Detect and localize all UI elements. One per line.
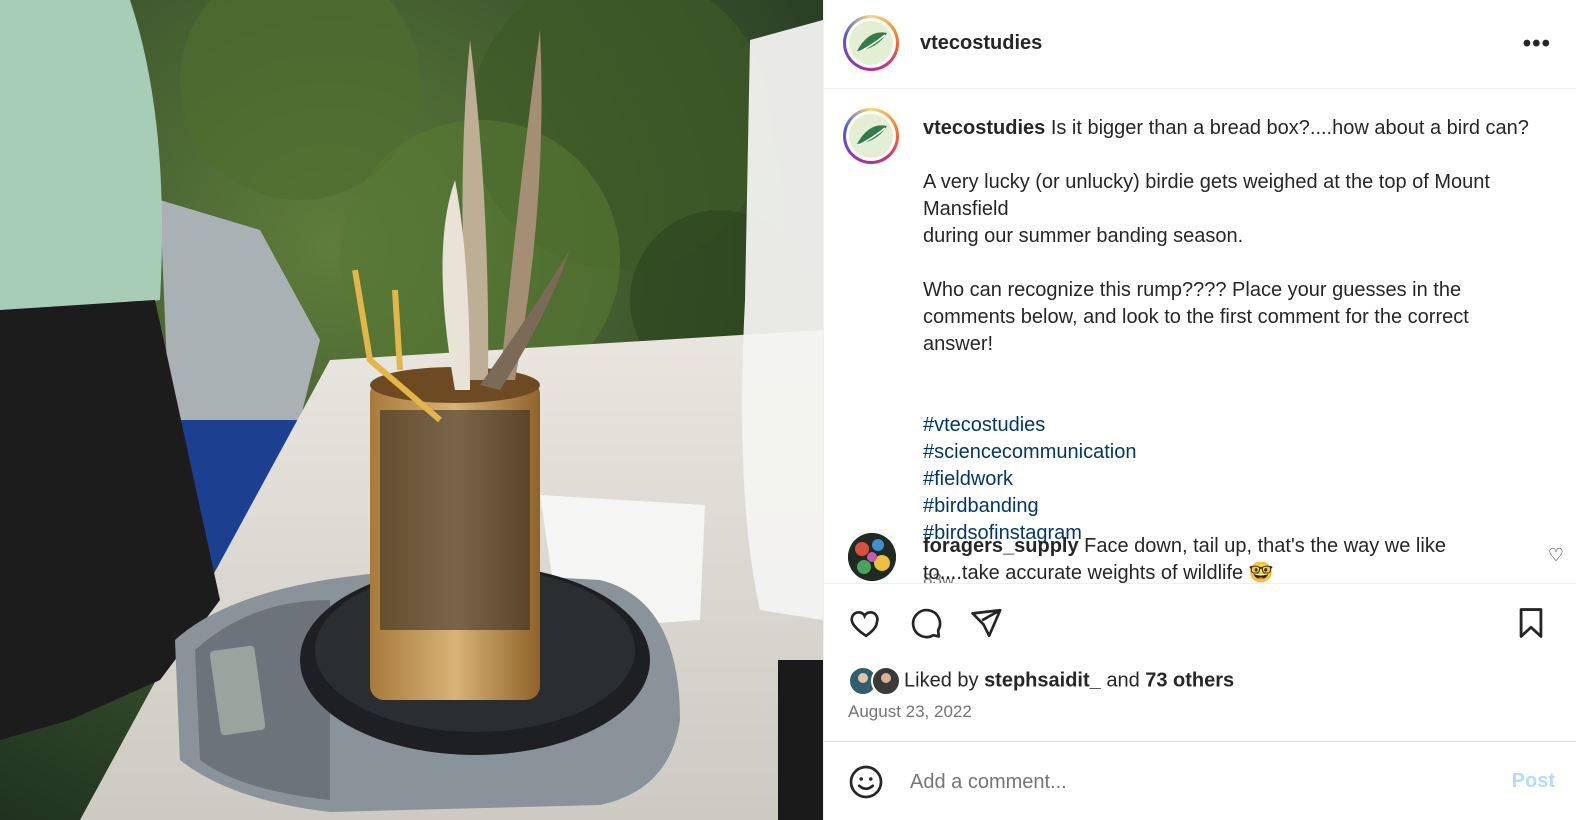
paper-plane-icon[interactable] (968, 606, 1004, 645)
caption-line1: Is it bigger than a bread box?....how ab… (1045, 117, 1529, 139)
caption-hashtags: #vtecostudies #sciencecommunication #fie… (923, 385, 1543, 547)
comment-like-heart-icon[interactable]: ♡ (1548, 545, 1564, 566)
liker-username[interactable]: stephsaidit_ (984, 669, 1101, 691)
vtecostudies-logo (849, 114, 893, 158)
post-header: vtecostudies ••• (824, 0, 1576, 89)
post-caption: vtecostudies Is it bigger than a bread b… (923, 115, 1543, 583)
author-username[interactable]: vtecostudies (920, 32, 1042, 55)
commenter-username[interactable]: foragers_supply (923, 535, 1079, 557)
hashtag-link[interactable]: #sciencecommunication (923, 441, 1136, 463)
hashtag-link[interactable]: #birdbanding (923, 495, 1039, 517)
add-comment-bar: Post (824, 741, 1576, 820)
post-side-panel: vtecostudies ••• vtecostudies Is it bigg… (823, 0, 1576, 820)
bird-can-scale-photo (0, 0, 823, 820)
commenter-avatar[interactable] (848, 533, 896, 581)
instagram-post-modal: vtecostudies ••• vtecostudies Is it bigg… (0, 0, 1576, 820)
post-photo[interactable] (0, 0, 823, 820)
caption-paragraph-3: Who can recognize this rump???? Place yo… (923, 279, 1469, 355)
likes-middle: and (1100, 669, 1146, 692)
comment-bubble-icon[interactable] (908, 606, 944, 645)
likes-prefix: Liked by (904, 669, 985, 692)
liker-avatars[interactable] (848, 666, 904, 696)
likes-others-link[interactable]: 73 others (1145, 669, 1234, 691)
caption-paragraph-2: A very lucky (or unlucky) birdie gets we… (923, 171, 1490, 247)
heart-icon[interactable] (848, 606, 884, 645)
comments-section[interactable]: vtecostudies Is it bigger than a bread b… (824, 89, 1576, 583)
bookmark-icon[interactable] (1514, 606, 1548, 645)
comment-input[interactable] (908, 770, 1472, 795)
post-comment-button[interactable]: Post (1512, 770, 1555, 793)
caption-username[interactable]: vtecostudies (923, 117, 1045, 139)
emoji-icon[interactable] (848, 764, 884, 805)
caption-author-avatar[interactable] (843, 108, 899, 164)
comment-text: foragers_supply Face down, tail up, that… (923, 533, 1483, 583)
post-actions: Liked by stephsaidit_ and 73 others Augu… (824, 583, 1576, 741)
post-date[interactable]: August 23, 2022 (848, 702, 972, 722)
likes-summary: Liked by stephsaidit_ and 73 others (848, 666, 1234, 696)
more-options-icon[interactable]: ••• (1523, 30, 1551, 58)
vtecostudies-logo (849, 21, 893, 65)
hashtag-link[interactable]: #vtecostudies (923, 414, 1045, 436)
hashtag-link[interactable]: #fieldwork (923, 468, 1013, 490)
author-avatar[interactable] (843, 15, 899, 71)
